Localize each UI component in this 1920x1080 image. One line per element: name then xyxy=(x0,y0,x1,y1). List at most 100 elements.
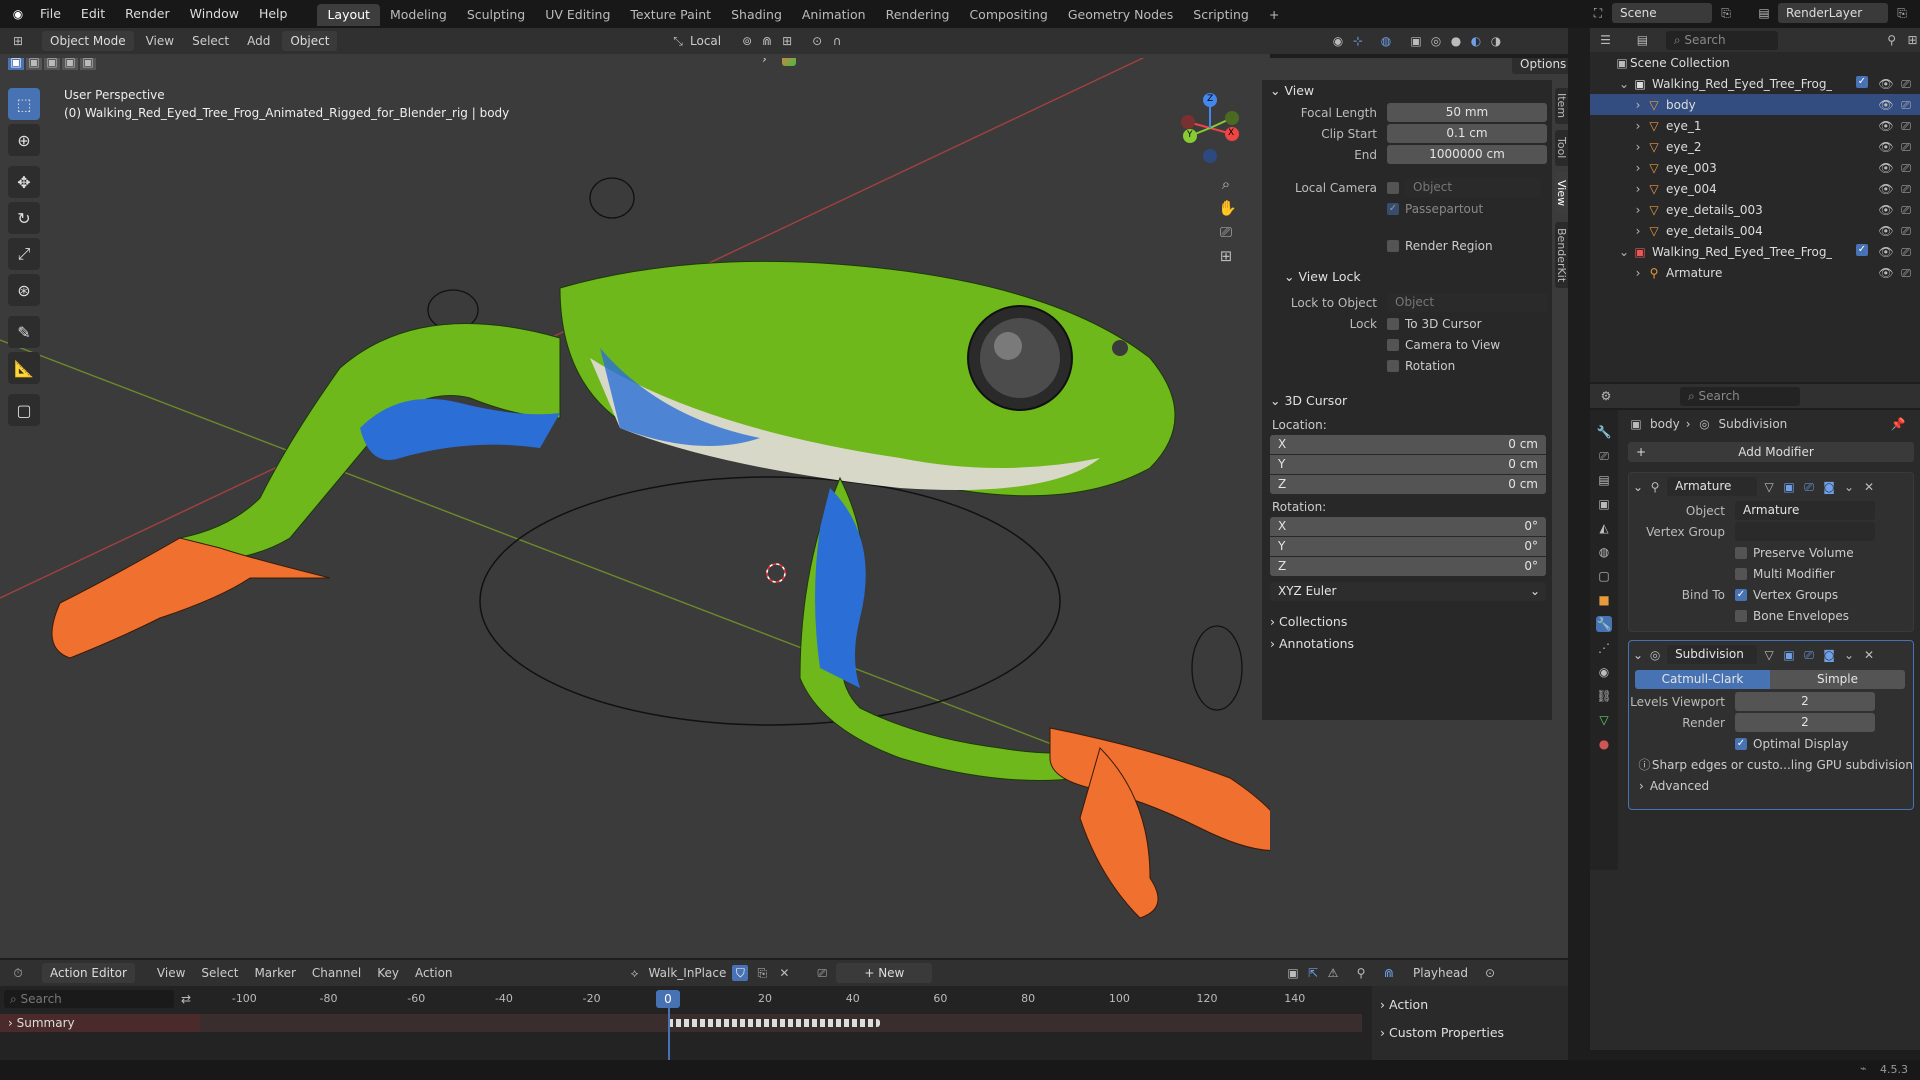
transform-orientation-dropdown[interactable]: Local xyxy=(690,34,721,48)
errors-icon[interactable]: ⚠ xyxy=(1325,965,1341,981)
tab-view[interactable]: View xyxy=(1555,172,1568,214)
realtime-icon[interactable]: ▣ xyxy=(1781,647,1797,663)
chevron-right-icon[interactable]: › xyxy=(1630,160,1646,176)
collections-section-header[interactable]: › Collections xyxy=(1262,611,1552,633)
menu-help[interactable]: Help xyxy=(249,0,298,28)
tab-tool[interactable]: Tool xyxy=(1555,130,1568,166)
view-menu[interactable]: View xyxy=(140,34,180,48)
add-modifier-button[interactable]: + Add Modifier xyxy=(1628,442,1914,462)
cursor-rotation-x-field[interactable]: X 0° xyxy=(1270,516,1546,536)
chevron-right-icon[interactable]: › xyxy=(1630,97,1646,113)
mode-selector[interactable]: Object Mode xyxy=(42,31,134,51)
select-box-tool[interactable]: ⬚ xyxy=(8,88,40,120)
tab-texture-paint[interactable]: Texture Paint xyxy=(620,4,721,26)
catmull-clark-button[interactable]: Catmull-Clark xyxy=(1635,670,1770,689)
blender-logo-icon[interactable]: ◉ xyxy=(10,6,26,22)
dropdown-icon[interactable]: ⌄ xyxy=(1841,479,1857,495)
lock-3d-cursor-checkbox[interactable] xyxy=(1387,317,1399,330)
particles-tab-icon[interactable]: ⋰ xyxy=(1596,640,1612,656)
menu-edit[interactable]: Edit xyxy=(71,0,115,28)
render-levels-field[interactable]: 2 xyxy=(1735,713,1875,732)
select-menu[interactable]: Select xyxy=(186,34,235,48)
only-selected-icon[interactable]: ▣ xyxy=(1285,965,1301,981)
timeline-menu-key[interactable]: Key xyxy=(369,966,407,980)
tab-animation[interactable]: Animation xyxy=(792,4,876,26)
simple-button[interactable]: Simple xyxy=(1770,670,1905,689)
xray-icon[interactable]: ▣ xyxy=(1408,33,1424,49)
pin-icon[interactable]: 📌 xyxy=(1890,416,1906,432)
timeline-menu-view[interactable]: View xyxy=(149,966,193,980)
view-layer-selector[interactable]: RenderLayer xyxy=(1778,3,1888,23)
visibility-icon[interactable]: ◉ xyxy=(1330,33,1346,49)
render-region-checkbox[interactable] xyxy=(1387,239,1399,252)
eye-icon[interactable]: 👁 xyxy=(1878,139,1894,155)
gizmo-icon[interactable]: ⊹ xyxy=(1350,33,1366,49)
menu-file[interactable]: File xyxy=(30,0,71,28)
object-menu[interactable]: Object xyxy=(282,31,338,51)
custom-properties-panel-header[interactable]: › Custom Properties xyxy=(1372,1022,1568,1044)
tab-rendering[interactable]: Rendering xyxy=(876,4,960,26)
outliner-row[interactable]: › ▽ eye_1 👁 ⎚ xyxy=(1590,115,1920,136)
chevron-right-icon[interactable]: › xyxy=(1630,265,1646,281)
clip-start-field[interactable]: 0.1 cm xyxy=(1387,124,1547,143)
lock-to-object-field[interactable]: Object xyxy=(1387,293,1547,312)
tab-layout[interactable]: Layout xyxy=(317,4,380,26)
options-button[interactable]: Options xyxy=(1512,58,1568,74)
close-icon[interactable]: ✕ xyxy=(1861,479,1877,495)
tab-sculpting[interactable]: Sculpting xyxy=(457,4,535,26)
outliner-row[interactable]: › ▽ body 👁 ⎚ xyxy=(1590,94,1920,115)
vertex-group-field[interactable] xyxy=(1735,522,1875,541)
current-frame-indicator[interactable]: 0 xyxy=(656,990,680,1008)
camera-render-icon[interactable]: ⎚ xyxy=(1898,202,1914,218)
preserve-volume-checkbox[interactable] xyxy=(1735,546,1747,559)
advanced-subpanel[interactable]: › Advanced xyxy=(1629,775,1913,796)
solid-shading-icon[interactable]: ● xyxy=(1448,33,1464,49)
exclude-checkbox[interactable]: ✓ xyxy=(1856,75,1868,88)
physics-tab-icon[interactable]: ◉ xyxy=(1596,664,1612,680)
new-action-button[interactable]: + New xyxy=(836,963,933,983)
scene-icon[interactable]: ⛶ xyxy=(1590,5,1606,21)
edit-mode-icon[interactable]: ▽ xyxy=(1761,479,1777,495)
render-tab-icon[interactable]: ⎚ xyxy=(1596,448,1612,464)
rotation-mode-dropdown[interactable]: XYZ Euler ⌄ xyxy=(1270,582,1546,601)
editor-mode-dropdown[interactable]: Action Editor xyxy=(42,963,135,983)
passepartout-checkbox[interactable]: ✓ xyxy=(1387,202,1399,215)
outliner-row[interactable]: › ▽ eye_details_004 👁 ⎚ xyxy=(1590,220,1920,241)
optimal-display-checkbox[interactable]: ✓ xyxy=(1735,737,1747,750)
camera-render-icon[interactable]: ⎚ xyxy=(1898,118,1914,134)
levels-viewport-field[interactable]: 2 xyxy=(1735,692,1875,711)
tool-tab-icon[interactable]: 🔧 xyxy=(1596,424,1612,440)
modifier-tab-icon[interactable]: 🔧 xyxy=(1596,616,1612,632)
outliner-row[interactable]: › ⚲ Armature 👁 ⎚ xyxy=(1590,262,1920,283)
eye-icon[interactable]: 👁 xyxy=(1878,265,1894,281)
chevron-right-icon[interactable]: › xyxy=(1630,202,1646,218)
eye-icon[interactable]: 👁 xyxy=(1878,76,1894,92)
view-section-header[interactable]: ⌄ View xyxy=(1262,80,1552,102)
focal-length-field[interactable]: 50 mm xyxy=(1387,103,1547,122)
unlink-action-icon[interactable]: ✕ xyxy=(776,965,792,981)
armature-modifier-name[interactable]: Armature xyxy=(1667,477,1758,496)
duplicate-action-icon[interactable]: ⎘ xyxy=(754,965,770,981)
outliner-search-input[interactable]: ⌕ Search xyxy=(1665,30,1779,50)
subdivision-modifier-name[interactable]: Subdivision xyxy=(1667,645,1758,664)
show-hidden-icon[interactable]: ⇱ xyxy=(1305,965,1321,981)
tab-modeling[interactable]: Modeling xyxy=(380,4,457,26)
tab-shading[interactable]: Shading xyxy=(721,4,792,26)
outliner-row[interactable]: ⌄▣ Walking_Red_Eyed_Tree_Frog_Anima ✓ 👁⎚ xyxy=(1590,241,1920,262)
transform-tool[interactable]: ⊛ xyxy=(8,274,40,306)
eye-icon[interactable]: 👁 xyxy=(1878,118,1894,134)
pan-hand-icon[interactable]: ✋ xyxy=(1218,200,1237,216)
chevron-down-icon[interactable]: ⌄ xyxy=(1633,480,1643,494)
object-tab-icon[interactable]: ■ xyxy=(1596,592,1612,608)
properties-search-input[interactable]: ⌕ Search xyxy=(1680,386,1800,406)
eye-icon[interactable]: 👁 xyxy=(1878,202,1894,218)
world-tab-icon[interactable]: ◍ xyxy=(1596,544,1612,560)
swap-icon[interactable]: ⇄ xyxy=(178,991,194,1007)
annotations-section-header[interactable]: › Annotations xyxy=(1262,633,1552,655)
dropdown-icon[interactable]: ⌄ xyxy=(1841,647,1857,663)
exclude-checkbox[interactable]: ✓ xyxy=(1856,243,1868,256)
chevron-right-icon[interactable]: › xyxy=(1630,118,1646,134)
tab-scripting[interactable]: Scripting xyxy=(1183,4,1259,26)
chevron-right-icon[interactable]: › xyxy=(1630,139,1646,155)
copy-scene-icon[interactable]: ⎘ xyxy=(1718,5,1734,21)
